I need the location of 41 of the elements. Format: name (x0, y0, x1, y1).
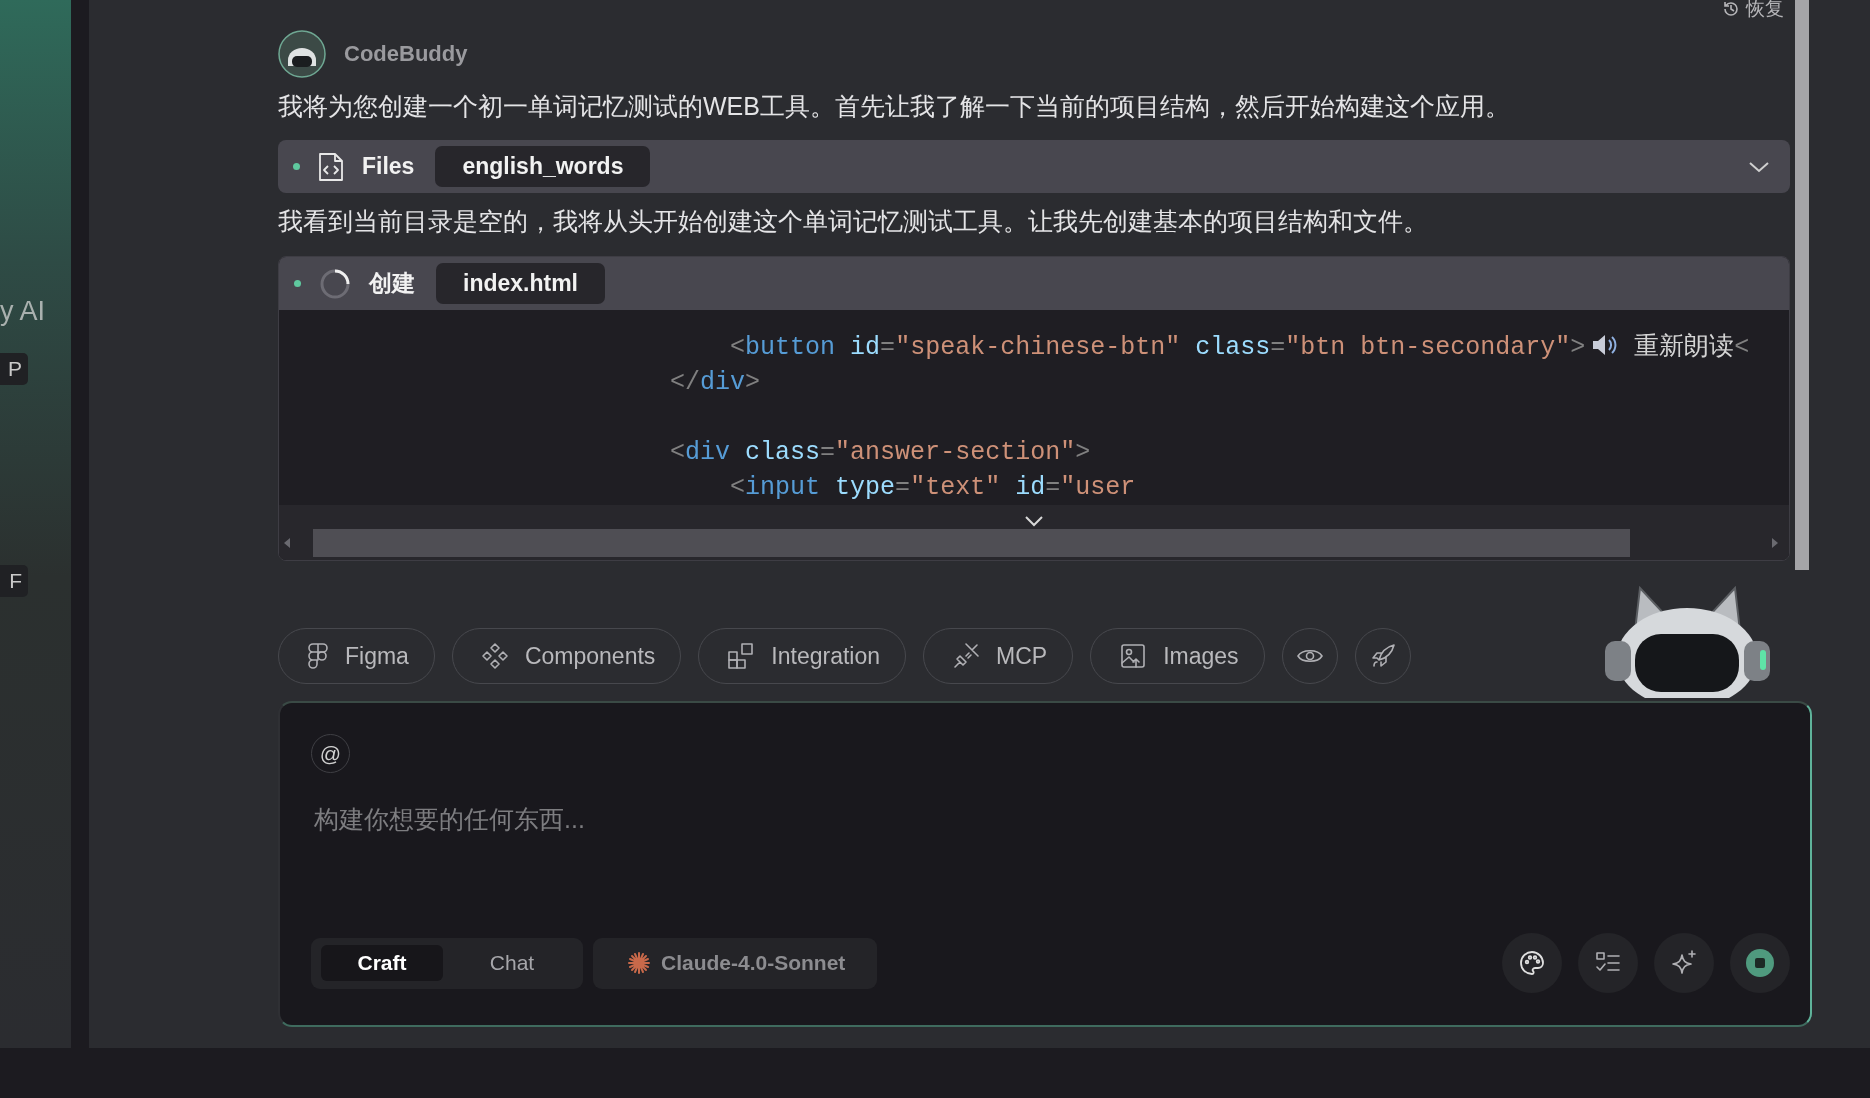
tool-label: Files (362, 153, 415, 180)
tool-call-bar[interactable]: Files english_words (278, 140, 1790, 193)
scroll-left-icon[interactable] (283, 537, 291, 549)
shortcut-key: F (0, 565, 28, 597)
file-chip: english_words (435, 146, 651, 187)
tool-label: 创建 (369, 269, 415, 298)
palette-icon (1518, 949, 1546, 977)
code-line: <div class="answer-section"> (669, 437, 1092, 469)
code-line: <input type="text" id="user (729, 472, 1137, 504)
status-dot (293, 163, 300, 170)
shortcut-key: P (0, 353, 28, 385)
stop-icon (1746, 949, 1774, 977)
message-text: 我看到当前目录是空的，我将从头开始创建这个单词记忆测试工具。让我先创建基本的项目结构和文件。 (278, 206, 1429, 237)
code-line: <button id="speak-chinese-btn" class="btn btn-secondary"> 重新朗读< (729, 332, 1751, 364)
image-icon (1119, 642, 1148, 670)
blocks-icon (727, 642, 756, 670)
restore-button[interactable]: 恢复 (1722, 0, 1790, 22)
starburst-icon (627, 951, 651, 975)
rocket-icon (1369, 643, 1396, 669)
file-chip: index.html (436, 263, 605, 304)
avatar-icon (278, 30, 326, 78)
model-selector[interactable]: Claude-4.0-Sonnet (593, 937, 878, 989)
chevron-down-icon[interactable] (1024, 514, 1044, 527)
message-text: 我将为您创建一个初一单词记忆测试的WEB工具。首先让我了解一下当前的项目结构，然后开始构建这个应用。 (278, 91, 1511, 122)
author-name: CodeBuddy (344, 41, 468, 67)
prompt-input[interactable]: 构建你想要的任何东西... (311, 805, 1211, 834)
vertical-scrollbar[interactable] (1795, 0, 1809, 570)
eye-icon (1296, 647, 1323, 665)
tool-call-header[interactable]: 创建 index.html (279, 257, 1789, 310)
mode-tab[interactable]: Chat (451, 945, 573, 981)
chevron-down-icon[interactable] (1748, 159, 1770, 174)
figma-icon (307, 642, 329, 670)
panel-title: y AI (0, 296, 47, 327)
code-line: </div> (669, 367, 762, 399)
mode-tab[interactable]: Craft (321, 945, 443, 981)
history-icon (1722, 0, 1740, 18)
status-dot (294, 280, 301, 287)
components-icon (480, 642, 509, 670)
plug-icon (952, 642, 981, 670)
sparkle-icon (1670, 949, 1698, 977)
scroll-right-icon[interactable] (1771, 537, 1779, 549)
